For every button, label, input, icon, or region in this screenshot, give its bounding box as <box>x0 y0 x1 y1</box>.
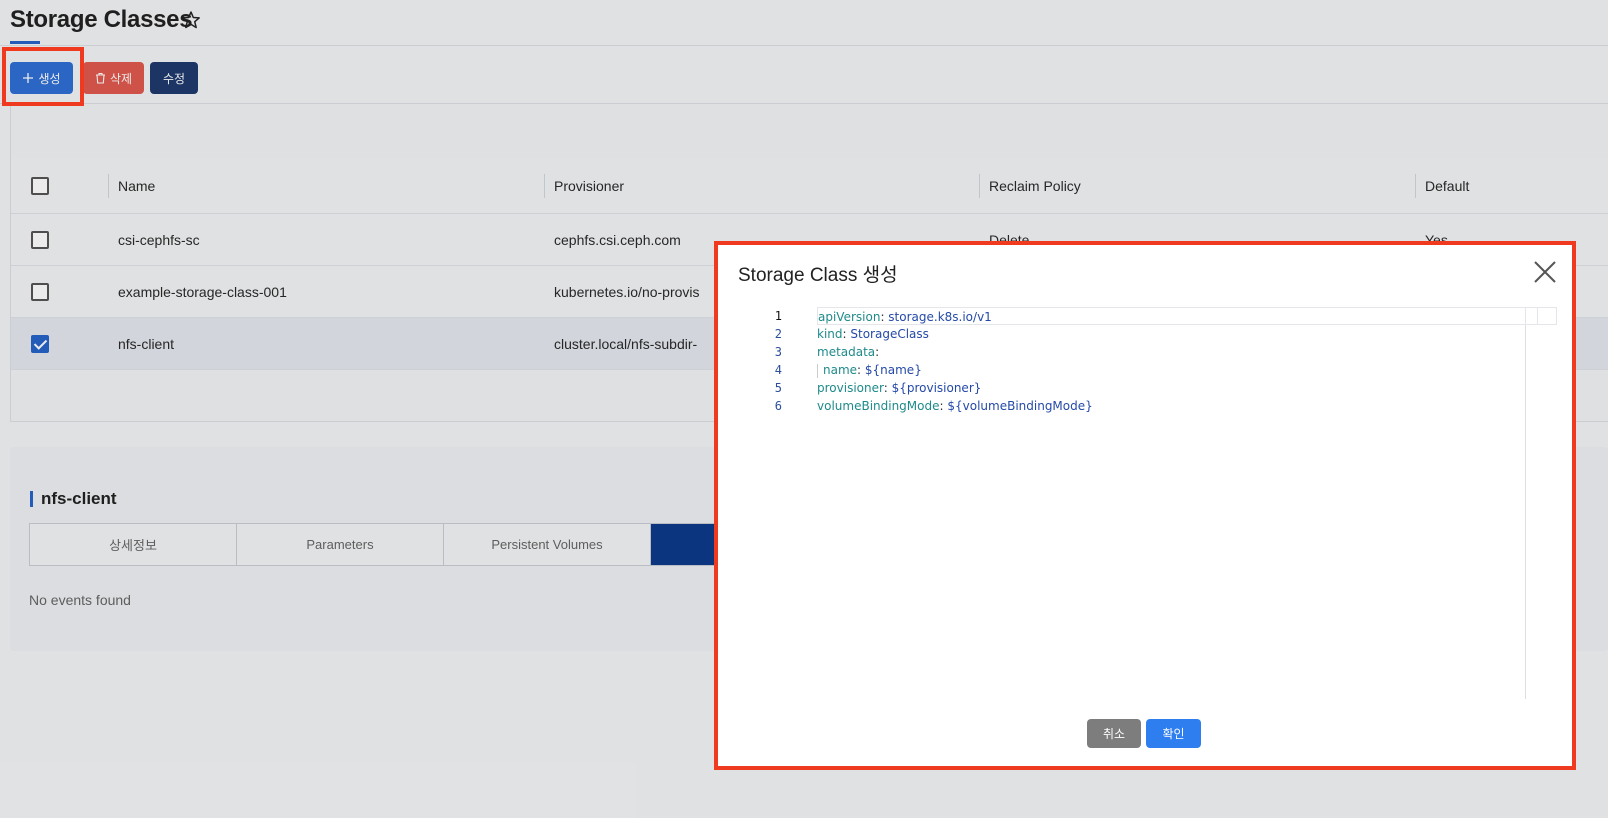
modal-title: Storage Class 생성 <box>738 265 898 286</box>
yaml-key: provisioner <box>817 381 884 395</box>
line-number: 5 <box>774 381 782 395</box>
yaml-key: kind <box>817 327 843 341</box>
yaml-editor[interactable]: 1 2 3 4 5 6 apiVersion: storage.k8s.io/v… <box>738 307 1557 699</box>
code-line: provisioner: ${provisioner} <box>817 381 982 395</box>
code-line: volumeBindingMode: ${volumeBindingMode} <box>817 399 1093 413</box>
code-line: apiVersion: storage.k8s.io/v1 <box>817 307 1557 325</box>
cancel-button[interactable]: 취소 <box>1087 719 1141 748</box>
create-button-highlight-frame <box>2 47 84 106</box>
yaml-key: name <box>823 363 858 377</box>
yaml-value: StorageClass <box>850 327 929 341</box>
yaml-value: storage.k8s.io/v1 <box>888 310 992 324</box>
editor-scrollbar[interactable] <box>1525 307 1526 699</box>
yaml-value: ${volumeBindingMode} <box>947 399 1093 413</box>
line-number: 6 <box>774 399 782 413</box>
create-storage-class-modal: Storage Class 생성 1 2 3 4 5 6 apiVersion:… <box>718 245 1572 766</box>
close-icon[interactable] <box>1532 259 1558 285</box>
line-number: 2 <box>774 327 782 341</box>
line-number: 4 <box>774 363 782 377</box>
code-line: metadata: <box>817 345 880 359</box>
code-area[interactable]: apiVersion: storage.k8s.io/v1 kind: Stor… <box>817 307 1557 415</box>
yaml-value: ${name} <box>864 363 922 377</box>
yaml-value: ${provisioner} <box>891 381 982 395</box>
yaml-key: volumeBindingMode <box>817 399 940 413</box>
editor-overview-ruler <box>1525 307 1538 325</box>
line-number: 1 <box>774 309 782 323</box>
line-number: 3 <box>774 345 782 359</box>
line-number-gutter: 1 2 3 4 5 6 <box>738 307 798 415</box>
code-line: kind: StorageClass <box>817 327 929 341</box>
code-line: name: ${name} <box>817 361 1557 379</box>
yaml-key: apiVersion <box>818 310 881 324</box>
yaml-key: metadata <box>817 345 876 359</box>
confirm-button[interactable]: 확인 <box>1146 719 1201 748</box>
